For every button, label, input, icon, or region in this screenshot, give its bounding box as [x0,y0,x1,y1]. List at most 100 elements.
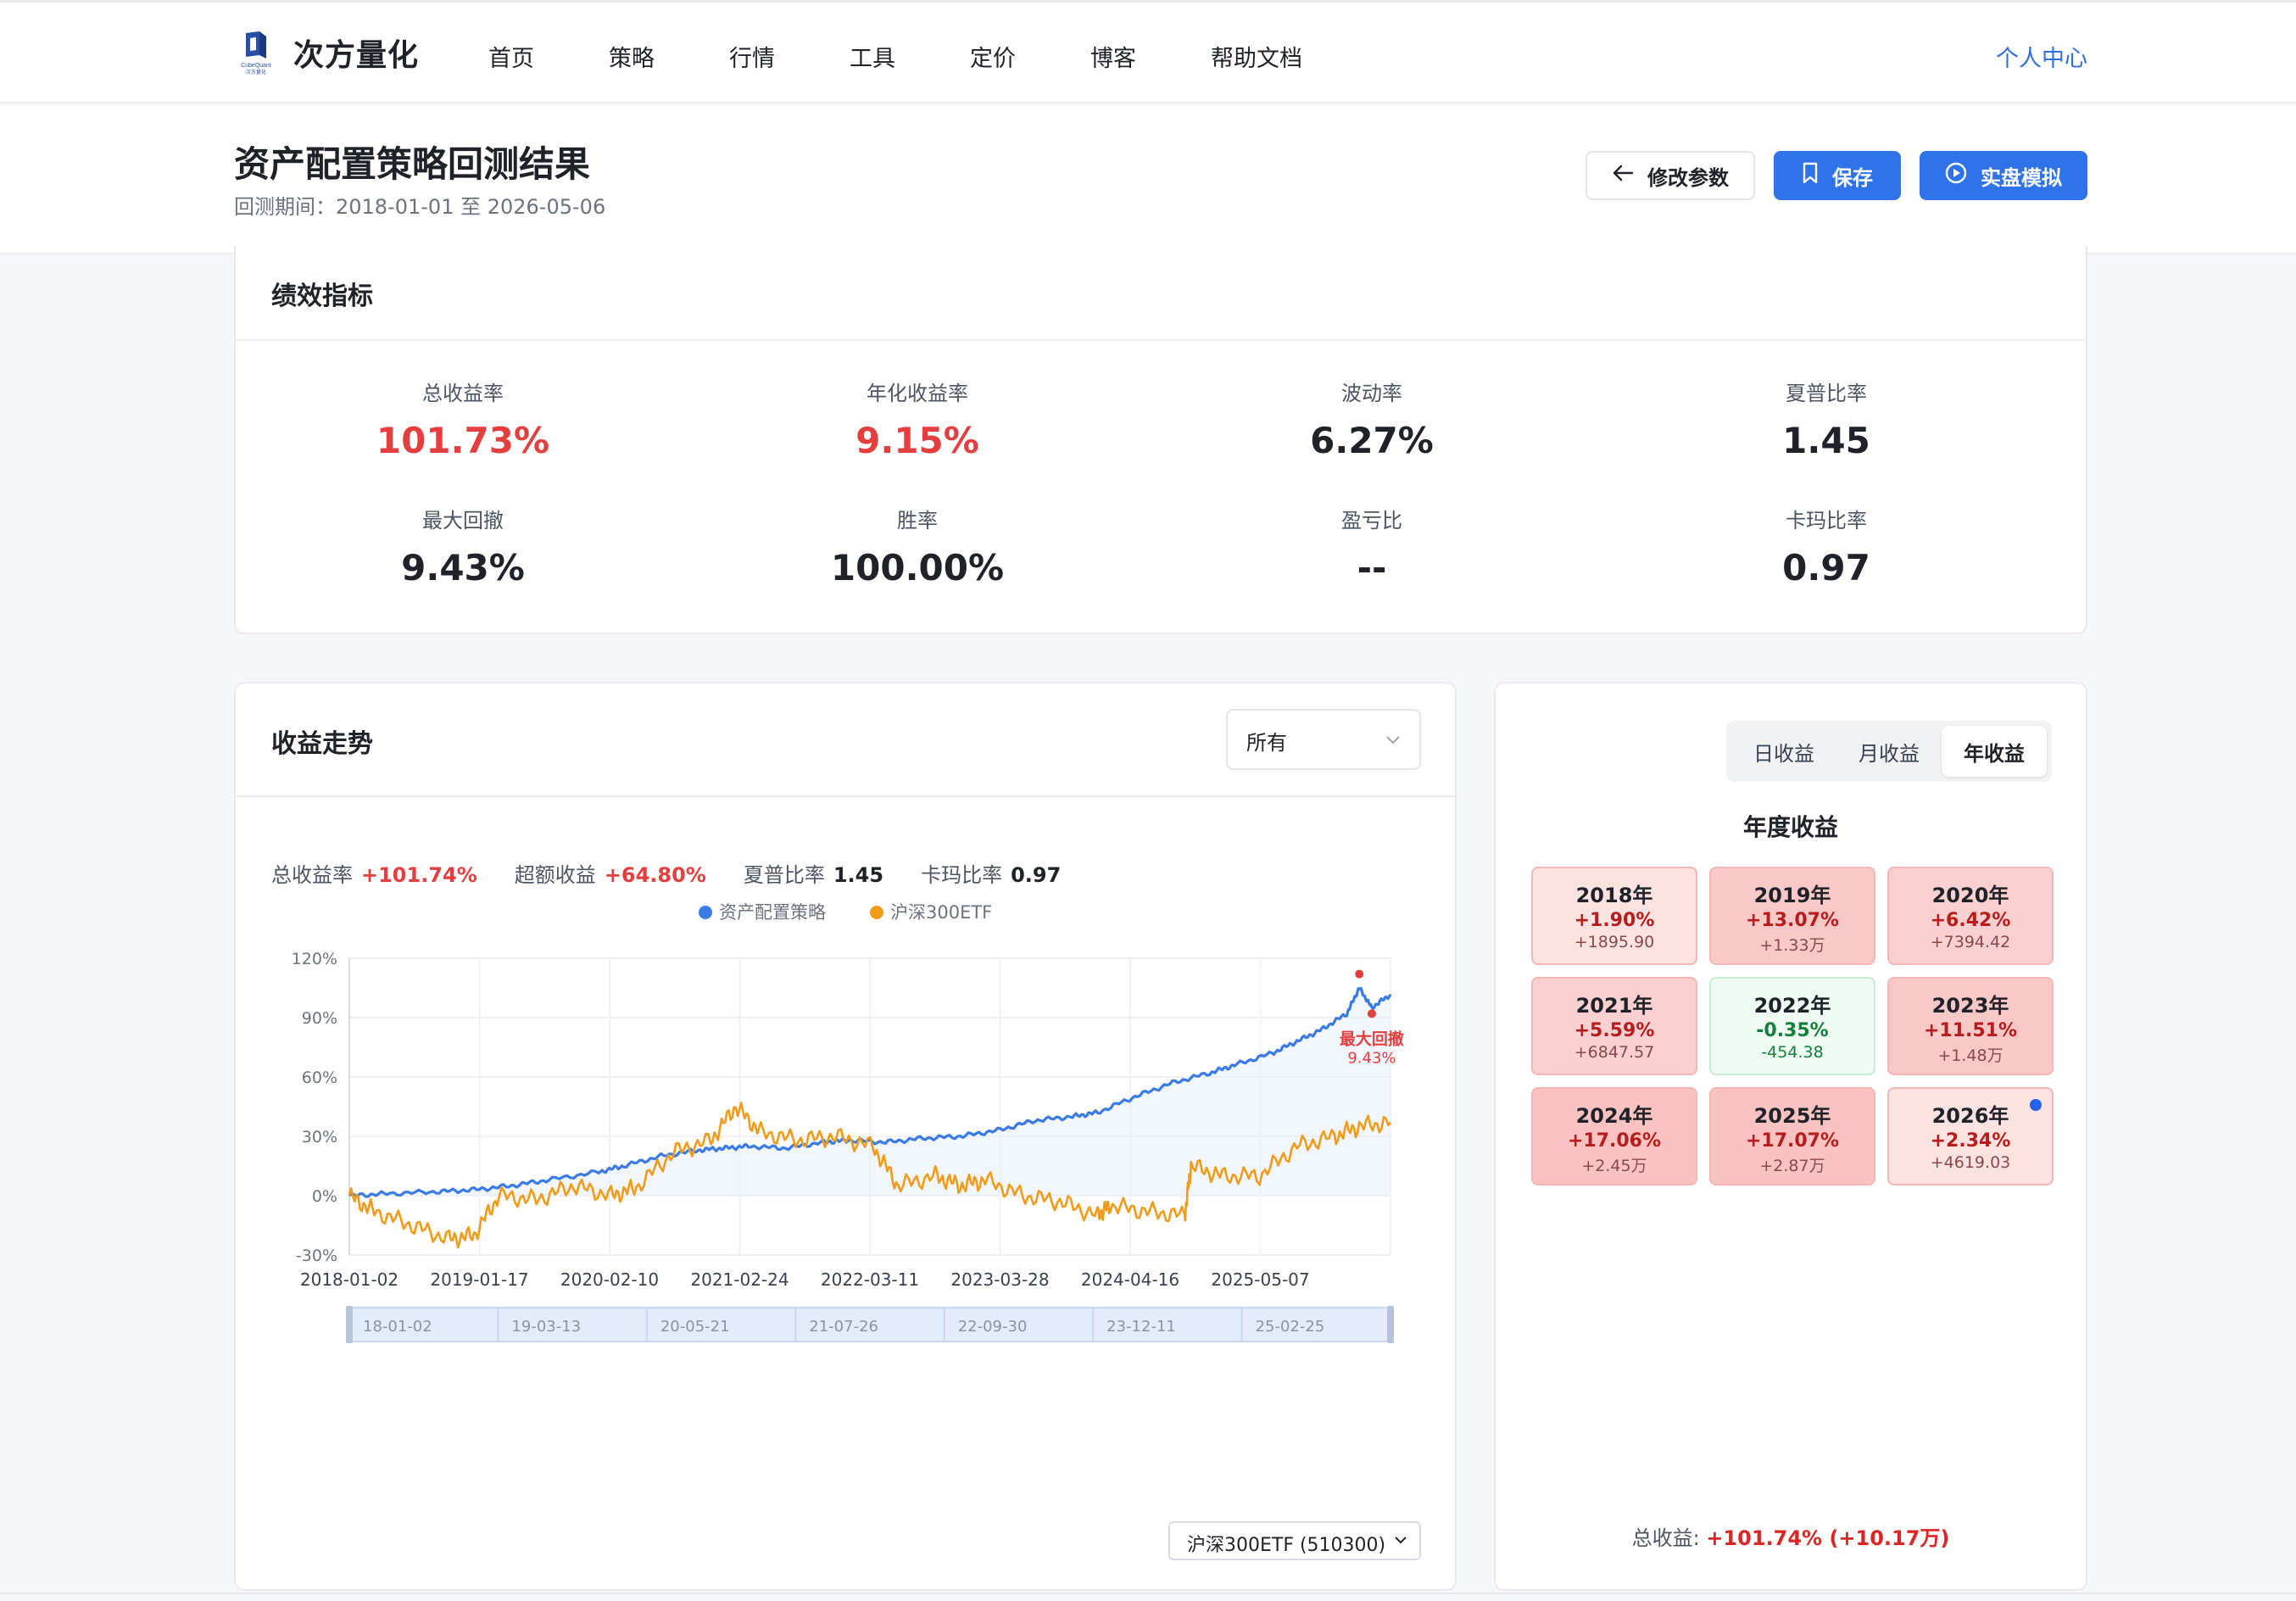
zoom-tick-label: 22-09-30 [958,1318,1028,1336]
zoom-tick-label: 18-01-02 [363,1318,432,1336]
tab-yearly[interactable]: 年收益 [1942,726,2047,777]
x-tick-label: 2021-02-24 [690,1269,789,1290]
x-tick-label: 2020-02-10 [560,1269,659,1290]
svg-text:次方量化: 次方量化 [246,69,266,75]
year-return-pct: +2.34% [1930,1130,2011,1152]
zoom-tick-label: 19-03-13 [511,1318,581,1336]
year-return-pct: +17.06% [1567,1130,1662,1152]
zoom-handle-right [1387,1306,1394,1343]
nav-link-tools[interactable]: 工具 [850,40,895,73]
return-period-tabs: 日收益 月收益 年收益 [1726,721,2052,782]
bookmark-icon [1802,162,1819,189]
metric-label: 夏普比率 [1786,382,1867,405]
year-label: 2024年 [1575,1104,1653,1128]
nav-link-docs[interactable]: 帮助文档 [1211,40,1302,73]
year-return-pct: +6.42% [1930,910,2011,931]
nav-link-market[interactable]: 行情 [729,40,775,73]
annual-returns-card: 日收益 月收益 年收益 年度收益 2018年 +1.90% +1895.90 2019… [1494,682,2087,1591]
year-return-pct: +13.07% [1745,910,1840,931]
x-tick-label: 2018-01-02 [300,1269,398,1290]
edit-params-label: 修改参数 [1647,165,1729,190]
y-tick-label: 30% [302,1128,337,1146]
metric-label: 胜率 [897,509,938,533]
range-select[interactable]: 所有 [1226,709,1421,770]
year-cell[interactable]: 2025年 +17.07% +2.87万 [1709,1087,1875,1185]
nav-link-strategy[interactable]: 策略 [609,40,655,73]
benchmark-select-value: 沪深300ETF (510300) [1187,1535,1386,1556]
edit-params-button[interactable]: 修改参数 [1585,151,1755,200]
y-tick-label: 60% [302,1068,337,1087]
peak-marker [1355,969,1364,979]
return-trend-card: 收益走势 所有 总收益率 +101.74% 超额收益 +64.80% 夏普比率 1.4… [234,682,1457,1591]
x-tick-label: 2025-05-07 [1211,1269,1309,1290]
zoom-tick-label: 23-12-11 [1106,1318,1176,1336]
svg-text:CubeQuant: CubeQuant [241,63,271,69]
nav-link-home[interactable]: 首页 [488,40,534,73]
save-label: 保存 [1832,165,1873,190]
metric-value: -- [1357,547,1387,589]
year-label: 2021年 [1575,994,1653,1018]
year-cell[interactable]: 2023年 +11.51% +1.48万 [1887,977,2054,1075]
year-label: 2025年 [1753,1104,1831,1128]
year-return-pct: +17.07% [1745,1130,1840,1152]
tab-daily[interactable]: 日收益 [1731,726,1836,777]
year-label: 2023年 [1931,994,2009,1018]
year-return-amount: +6847.57 [1574,1043,1655,1062]
year-cell[interactable]: 2022年 -0.35% -454.38 [1709,977,1875,1075]
x-tick-label: 2023-03-28 [950,1269,1049,1290]
year-cell[interactable]: 2020年 +6.42% +7394.42 [1887,867,2054,965]
legend-label-1: 沪深300ETF [890,902,992,923]
metric-win-rate: 胜率 100.00% [690,504,1145,589]
zoom-slider[interactable]: 18-01-02 19-03-13 20-05-21 21-07-26 22-09-30… [346,1306,1394,1343]
metric-value: 1.45 [1782,420,1870,461]
year-return-amount: +7394.42 [1930,933,2011,951]
year-cell[interactable]: 2026年 +2.34% +4619.03 [1887,1087,2054,1185]
year-return-amount: +1.33万 [1759,936,1825,955]
performance-card: 绩效指标 总收益率 101.73% 年化收益率 9.15% 波动率 6.27% … [234,246,2087,634]
range-select-value: 所有 [1246,731,1287,755]
brand[interactable]: CubeQuant 次方量化 次方量化 [234,30,419,75]
nav-link-blog[interactable]: 博客 [1090,40,1136,73]
year-return-pct: -0.35% [1756,1020,1829,1041]
metric-profit-loss-ratio: 盈亏比 -- [1145,504,1599,589]
x-axis: 2018-01-02 2019-01-17 2020-02-10 2021-02-24… [300,1269,1310,1290]
year-return-amount: +2.45万 [1581,1157,1647,1175]
chart-legend[interactable]: 资产配置策略 沪深300ETF [699,902,992,923]
metric-label: 盈亏比 [1341,509,1402,533]
live-simulation-label: 实盘模拟 [1981,165,2062,190]
metric-total-return: 总收益率 101.73% [236,377,690,461]
y-tick-label: 90% [302,1009,337,1028]
metric-value: 9.15% [855,420,979,461]
tab-monthly[interactable]: 月收益 [1836,726,1942,777]
current-year-dot-icon [2030,1099,2042,1111]
user-center-link[interactable]: 个人中心 [1996,40,2087,73]
nav-link-pricing[interactable]: 定价 [970,40,1016,73]
year-cell[interactable]: 2018年 +1.90% +1895.90 [1531,867,1697,965]
legend-label-0: 资产配置策略 [719,902,826,923]
trend-title: 收益走势 [271,729,373,759]
page-title: 资产配置策略回测结果 [234,143,591,185]
metric-value: 101.73% [376,420,550,461]
total-income: 总收益: +101.74% (+10.17万) [1496,1521,2086,1551]
drawdown-value: 9.43% [1347,1049,1396,1067]
main-nav: 首页 策略 行情 工具 定价 博客 帮助文档 [488,40,1377,73]
metric-label: 年化收益率 [867,382,968,405]
top-navbar: CubeQuant 次方量化 次方量化 首页 策略 行情 工具 定价 博客 帮助… [0,0,2296,103]
save-button[interactable]: 保存 [1774,151,1901,200]
legend-marker-0 [699,906,712,919]
benchmark-select[interactable]: 沪深300ETF (510300) [1168,1521,1421,1560]
year-cell[interactable]: 2024年 +17.06% +2.45万 [1531,1087,1697,1185]
metric-sharpe: 夏普比率 1.45 [1599,377,2054,461]
year-return-amount: +1.48万 [1937,1046,2003,1065]
live-simulation-button[interactable]: 实盘模拟 [1920,151,2087,200]
year-cell[interactable]: 2021年 +5.59% +6847.57 [1531,977,1697,1075]
metric-value: 100.00% [830,547,1005,589]
chevron-down-icon [1384,724,1402,760]
year-label: 2022年 [1753,994,1831,1018]
year-return-amount: +4619.03 [1930,1153,2011,1172]
metric-label: 最大回撤 [422,509,504,533]
year-cell[interactable]: 2019年 +13.07% +1.33万 [1709,867,1875,965]
year-label: 2026年 [1931,1104,2009,1128]
metric-volatility: 波动率 6.27% [1145,377,1599,461]
return-line-chart[interactable]: 资产配置策略 沪深300ETF 120% 90% 60% 30% 0% -30% 最大回撤9… [236,879,1457,1515]
